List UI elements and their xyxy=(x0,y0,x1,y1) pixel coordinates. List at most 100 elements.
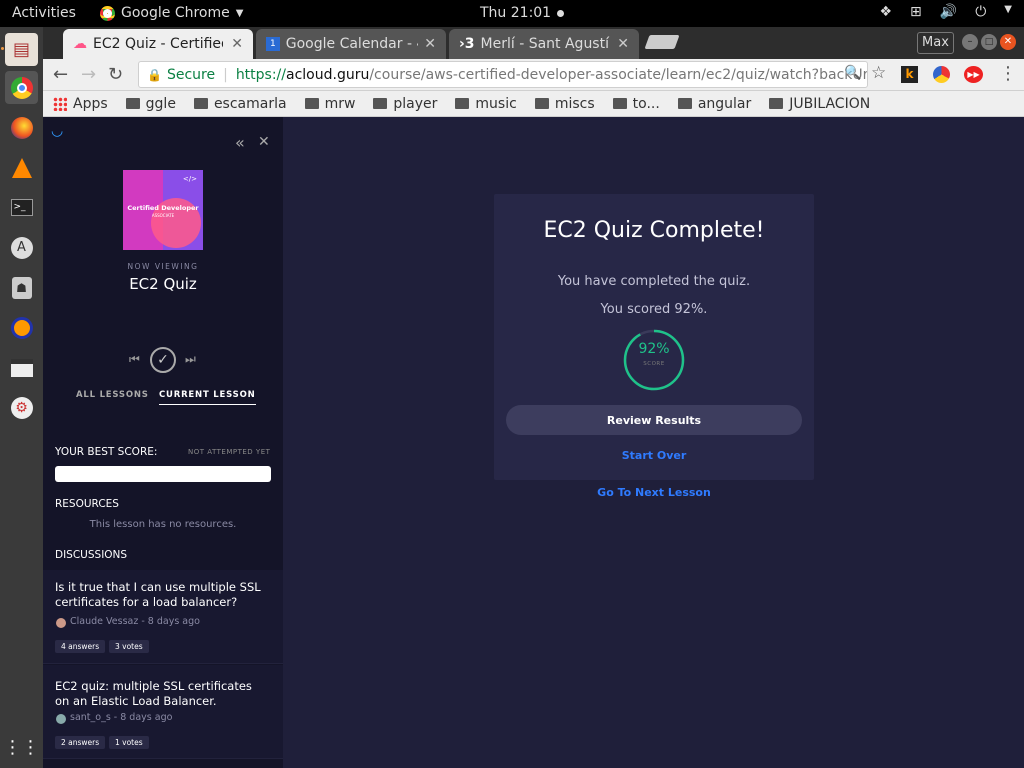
reload-icon[interactable]: ↻ xyxy=(108,64,123,85)
discussion-item[interactable]: EC2 quiz: multiple SSL certificates on a… xyxy=(43,665,283,759)
close-window-icon[interactable]: ✕ xyxy=(1000,34,1016,50)
bookmark-folder[interactable]: mrw xyxy=(304,96,355,112)
bookmark-label: ggle xyxy=(145,95,176,112)
next-lesson-link[interactable]: Go To Next Lesson xyxy=(494,486,814,499)
app-menu-label: Google Chrome xyxy=(121,5,230,21)
tab-merli[interactable]: ›3 Merlí - Sant Agustí ( ✕ xyxy=(449,29,639,59)
calendar-icon: 1 xyxy=(266,37,280,51)
power-icon[interactable]: ⏻ xyxy=(975,4,986,20)
bookmark-folder[interactable]: miscs xyxy=(534,95,595,112)
tab-label: Merlí - Sant Agustí ( xyxy=(480,36,612,52)
now-viewing-label: NOW VIEWING xyxy=(127,262,199,271)
url-scheme: https:// xyxy=(235,66,286,83)
activities-button[interactable]: Activities xyxy=(12,5,76,21)
tab-google-calendar[interactable]: 1 Google Calendar - 4 ✕ xyxy=(256,29,446,59)
bookmark-folder[interactable]: music xyxy=(455,96,517,112)
dropbox-icon[interactable]: ❖ xyxy=(879,4,892,20)
terminal-icon[interactable]: >_ xyxy=(5,191,38,224)
vlc-icon[interactable] xyxy=(5,151,38,184)
tab-all-lessons[interactable]: ALL LESSONS xyxy=(76,390,149,400)
course-thumbnail: </> Certified Developer ASSOCIATE xyxy=(123,170,203,250)
scored-text: You scored 92%. xyxy=(600,302,708,317)
chevron-down-icon[interactable]: ▼ xyxy=(1004,4,1012,20)
minimize-icon[interactable]: – xyxy=(962,34,978,50)
bookmark-folder[interactable]: to... xyxy=(612,96,660,112)
video-editor-icon[interactable] xyxy=(5,351,38,384)
profile-label: Max xyxy=(922,35,949,50)
app-menu[interactable]: Google Chrome ▼ xyxy=(100,5,243,21)
quiz-complete-title: EC2 Quiz Complete! xyxy=(543,218,765,243)
collapse-sidebar-icon[interactable]: « xyxy=(235,133,245,152)
acloudguru-logo-icon: ◡ xyxy=(51,123,64,139)
lesson-complete-check-icon[interactable]: ✓ xyxy=(150,347,176,373)
tab-current-lesson[interactable]: CURRENT LESSON xyxy=(159,390,256,405)
discussion-item[interactable]: Is it true that I can use multiple SSL c… xyxy=(43,570,283,664)
zoom-icon[interactable]: 🔍 xyxy=(844,65,861,81)
bookmarks-bar: Apps ggle escamarla mrw player music mis… xyxy=(43,91,1024,117)
three-icon: ›3 xyxy=(459,36,475,52)
extension-color-icon[interactable] xyxy=(933,66,950,83)
score-ring-svg xyxy=(623,329,685,391)
new-tab-button[interactable] xyxy=(644,35,680,49)
bookmark-star-icon[interactable]: ☆ xyxy=(871,63,886,83)
extension-k-icon[interactable]: k xyxy=(901,66,918,83)
bookmark-label: Apps xyxy=(73,95,108,112)
back-icon[interactable]: ← xyxy=(53,64,68,85)
close-icon[interactable]: ✕ xyxy=(617,36,629,52)
profile-button[interactable]: Max xyxy=(917,32,954,54)
close-icon[interactable]: ✕ xyxy=(258,134,270,150)
close-icon[interactable]: ✕ xyxy=(231,36,243,52)
menu-icon[interactable]: ⋮ xyxy=(999,63,1017,84)
bookmark-folder[interactable]: angular xyxy=(677,96,751,112)
volume-icon[interactable]: 🔊 xyxy=(940,4,957,20)
close-icon[interactable]: ✕ xyxy=(424,36,436,52)
url-path: /course/aws-certified-developer-associat… xyxy=(369,66,868,83)
network-icon[interactable]: ⊞ xyxy=(910,4,922,20)
maximize-icon[interactable]: □ xyxy=(981,34,997,50)
start-over-link[interactable]: Start Over xyxy=(494,449,814,462)
files-icon[interactable]: ▤ xyxy=(5,33,38,66)
next-lesson-icon[interactable]: ⏭ xyxy=(185,352,196,367)
system-tray[interactable]: ❖ ⊞ 🔊 ⏻ ▼ xyxy=(879,4,1012,20)
sound-icon[interactable] xyxy=(5,311,38,344)
folder-icon xyxy=(125,98,140,109)
lock-icon: 🔒 xyxy=(147,67,162,82)
forward-icon[interactable]: → xyxy=(81,64,96,85)
clock[interactable]: Thu 21:01 xyxy=(480,5,565,21)
extension-youtube-icon[interactable]: ▶▶ xyxy=(964,66,983,83)
firefox-icon[interactable] xyxy=(5,111,38,144)
web-page: ◡ « ✕ </> Certified Developer ASSOCIATE … xyxy=(43,117,1024,768)
bookmark-folder[interactable]: escamarla xyxy=(193,95,287,112)
bookmark-folder[interactable]: player xyxy=(373,96,437,112)
window-controls: – □ ✕ xyxy=(962,34,1016,50)
bookmark-folder[interactable]: JUBILACION xyxy=(769,96,870,112)
url-domain: acloud.guru xyxy=(286,66,370,83)
score-ring: 92% SCORE xyxy=(622,328,686,392)
apps-grid-icon[interactable]: ⋮⋮ xyxy=(4,731,40,764)
settings-icon[interactable]: ⚙ xyxy=(5,391,38,424)
review-results-button[interactable]: Review Results xyxy=(506,405,802,435)
bookmark-label: miscs xyxy=(554,95,595,112)
course-thumbnail-title: Certified Developer xyxy=(127,204,199,212)
remote-icon[interactable]: ☗ xyxy=(5,271,38,304)
bookmark-label: escamarla xyxy=(213,95,287,112)
avatar xyxy=(56,714,66,724)
lesson-sidebar: ◡ « ✕ </> Certified Developer ASSOCIATE … xyxy=(43,117,283,768)
bookmark-folder[interactable]: ggle xyxy=(125,95,176,112)
chrome-icon[interactable] xyxy=(5,71,38,104)
score-value: 92% xyxy=(638,341,670,357)
divider: | xyxy=(223,66,228,83)
discussion-title: Is it true that I can use multiple SSL c… xyxy=(55,580,261,609)
software-updater-icon[interactable]: A xyxy=(5,231,38,264)
notification-dot-icon xyxy=(557,9,565,17)
answers-badge: 4 answers xyxy=(55,640,106,653)
active-app-indicator xyxy=(1,47,4,50)
bookmark-apps[interactable]: Apps xyxy=(53,96,108,112)
votes-badge: 1 votes xyxy=(109,736,149,749)
previous-lesson-icon[interactable]: ⏮ xyxy=(129,352,140,367)
tab-label: EC2 Quiz - Certified xyxy=(93,36,223,52)
address-bar[interactable]: 🔒 Secure | https:// acloud.guru /course/… xyxy=(138,61,868,88)
tab-ec2-quiz[interactable]: ☁ EC2 Quiz - Certified ✕ xyxy=(63,29,253,59)
folder-icon xyxy=(612,98,627,109)
discussions-label: DISCUSSIONS xyxy=(55,549,128,561)
